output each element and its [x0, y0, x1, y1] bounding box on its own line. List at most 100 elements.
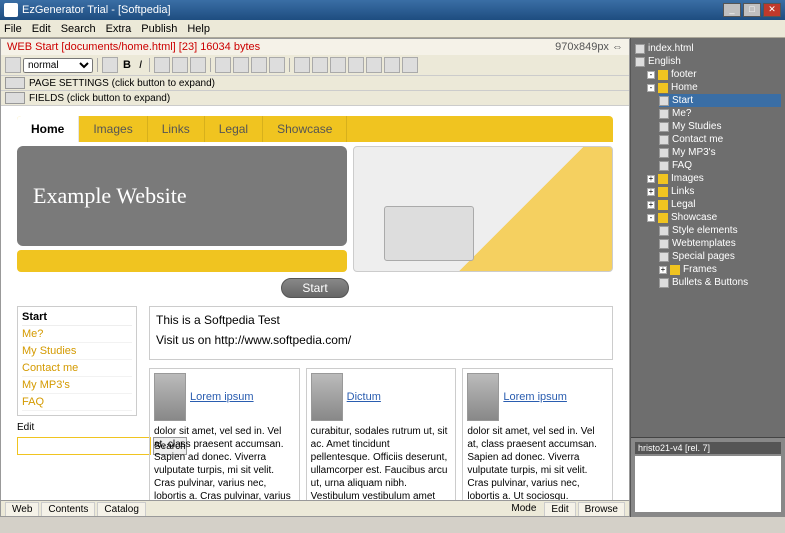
side-item[interactable]: My MP3's	[22, 377, 132, 394]
side-item[interactable]: Me?	[22, 326, 132, 343]
menu-publish[interactable]: Publish	[141, 23, 177, 35]
minimize-button[interactable]: _	[723, 3, 741, 17]
intro-box[interactable]: This is a Softpedia Test Visit us on htt…	[149, 306, 613, 360]
menu-help[interactable]: Help	[187, 23, 210, 35]
new-icon[interactable]	[5, 57, 21, 73]
tree-item[interactable]: Contact me	[659, 133, 781, 146]
laptop-icon	[384, 206, 474, 261]
expand-icon[interactable]: +	[647, 188, 655, 196]
align-center-icon[interactable]	[172, 57, 188, 73]
close-button[interactable]: ✕	[763, 3, 781, 17]
tree-label: Me?	[672, 108, 691, 119]
tree-item[interactable]: -Showcase	[647, 211, 781, 224]
expand-icon[interactable]: -	[647, 214, 655, 222]
expand-icon[interactable]: -	[647, 84, 655, 92]
card-title[interactable]: Dictum	[347, 391, 381, 403]
tree-item[interactable]: -Home	[647, 81, 781, 94]
tree-item[interactable]: Bullets & Buttons	[659, 276, 781, 289]
tree-item[interactable]: FAQ	[659, 159, 781, 172]
bold-button[interactable]: B	[120, 59, 134, 71]
expand-icon[interactable]: +	[647, 175, 655, 183]
tree-label: My Studies	[672, 121, 721, 132]
anchor-icon[interactable]	[348, 57, 364, 73]
tree-item[interactable]: Special pages	[659, 250, 781, 263]
tree-item[interactable]: +Frames	[659, 263, 781, 276]
phone-icon	[467, 373, 499, 421]
preview-thumbnail[interactable]	[635, 456, 781, 512]
tab-legal[interactable]: Legal	[205, 116, 263, 142]
card-title[interactable]: Lorem ipsum	[190, 391, 254, 403]
tree-item[interactable]: +Images	[647, 172, 781, 185]
tree-item[interactable]: My Studies	[659, 120, 781, 133]
font-color-icon[interactable]	[102, 57, 118, 73]
titlebar: EzGenerator Trial - [Softpedia] _ □ ✕	[0, 0, 785, 20]
tab-links[interactable]: Links	[148, 116, 205, 142]
page-icon	[659, 252, 669, 262]
tree-label: Webtemplates	[672, 238, 736, 249]
table-icon[interactable]	[294, 57, 310, 73]
folder-icon	[658, 83, 668, 93]
tree-item[interactable]: Start	[659, 94, 781, 107]
tree-item[interactable]: Webtemplates	[659, 237, 781, 250]
list-ul-icon[interactable]	[215, 57, 231, 73]
tree-item[interactable]: English	[635, 55, 781, 68]
expand-fields-button[interactable]	[5, 92, 25, 104]
menu-edit[interactable]: Edit	[32, 23, 51, 35]
tab-catalog[interactable]: Catalog	[97, 502, 145, 516]
tree-label: English	[648, 56, 681, 67]
card-body: dolor sit amet, vel sed in. Vel at, clas…	[154, 425, 295, 500]
align-right-icon[interactable]	[190, 57, 206, 73]
menu-extra[interactable]: Extra	[106, 23, 132, 35]
image-icon[interactable]	[312, 57, 328, 73]
outdent-icon[interactable]	[269, 57, 285, 73]
tree-label: Special pages	[672, 251, 735, 262]
card-title[interactable]: Lorem ipsum	[503, 391, 567, 403]
tree-item[interactable]: +Legal	[647, 198, 781, 211]
expand-icon[interactable]: -	[647, 71, 655, 79]
menu-search[interactable]: Search	[61, 23, 96, 35]
link-icon[interactable]	[330, 57, 346, 73]
tab-home[interactable]: Home	[17, 116, 79, 142]
style-select[interactable]: normal	[23, 58, 93, 73]
content-card: Dictumcurabitur, sodales rutrum ut, sit …	[306, 368, 457, 500]
tree-item[interactable]: index.html	[635, 42, 781, 55]
tree-item[interactable]: My MP3's	[659, 146, 781, 159]
tree-item[interactable]: Style elements	[659, 224, 781, 237]
hero-photo	[353, 146, 613, 272]
side-item[interactable]: FAQ	[22, 394, 132, 411]
page-icon	[659, 109, 669, 119]
editor-footer-tabs: Web Contents Catalog Mode Edit Browse	[1, 500, 629, 516]
tree-item[interactable]: +Links	[647, 185, 781, 198]
form-icon[interactable]	[384, 57, 400, 73]
search-input[interactable]	[17, 437, 151, 455]
expand-icon[interactable]: +	[659, 266, 667, 274]
infobar: WEB Start [documents/home.html] [23] 160…	[1, 39, 629, 55]
hr-icon[interactable]	[366, 57, 382, 73]
expand-page-settings-button[interactable]	[5, 77, 25, 89]
script-icon[interactable]	[402, 57, 418, 73]
align-left-icon[interactable]	[154, 57, 170, 73]
menu-file[interactable]: File	[4, 23, 22, 35]
side-item[interactable]: Contact me	[22, 360, 132, 377]
tab-web[interactable]: Web	[5, 502, 39, 516]
tab-showcase[interactable]: Showcase	[263, 116, 347, 142]
side-item[interactable]: My Studies	[22, 343, 132, 360]
page-icon	[659, 161, 669, 171]
tree-label: Bullets & Buttons	[672, 277, 748, 288]
folder-icon	[670, 265, 680, 275]
start-button[interactable]: Start	[281, 278, 348, 298]
tree-item[interactable]: Me?	[659, 107, 781, 120]
editor-canvas[interactable]: Home Images Links Legal Showcase Example…	[1, 106, 629, 500]
tree-item[interactable]: -footer	[647, 68, 781, 81]
folder-icon	[658, 174, 668, 184]
indent-icon[interactable]	[251, 57, 267, 73]
maximize-button[interactable]: □	[743, 3, 761, 17]
italic-button[interactable]: I	[136, 59, 145, 71]
project-tree[interactable]: index.htmlEnglish-footer-HomeStartMe? My …	[631, 38, 785, 437]
tab-images[interactable]: Images	[79, 116, 147, 142]
tab-contents[interactable]: Contents	[41, 502, 95, 516]
tab-edit-mode[interactable]: Edit	[544, 502, 575, 516]
list-ol-icon[interactable]	[233, 57, 249, 73]
expand-icon[interactable]: +	[647, 201, 655, 209]
tab-browse-mode[interactable]: Browse	[578, 502, 625, 516]
